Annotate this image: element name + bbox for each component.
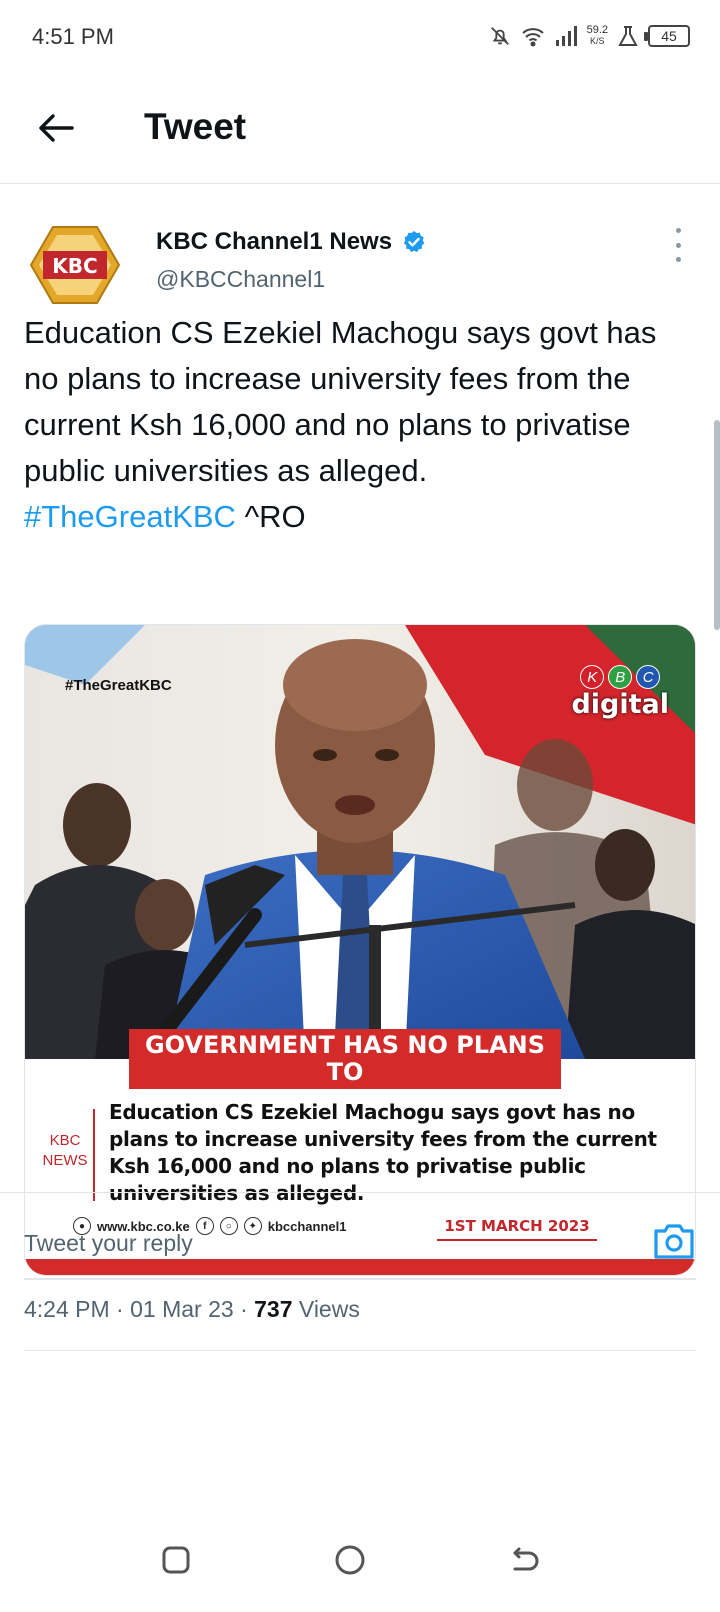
return-arrow-icon — [513, 1547, 539, 1571]
reply-divider — [24, 1278, 696, 1280]
tweet-text: Education CS Ezekiel Machogu says govt h… — [24, 310, 696, 540]
battery-icon: 45 — [644, 25, 690, 47]
news-divider — [93, 1109, 95, 1201]
circle-icon — [335, 1545, 365, 1575]
kbc-logo-circles: K B C — [571, 665, 669, 689]
hashtag-link[interactable]: #TheGreatKBC — [24, 499, 236, 534]
net-speed: 59.2 K/S — [587, 25, 608, 47]
arrow-left-icon — [39, 114, 74, 142]
status-icons: 59.2 K/S 45 — [489, 22, 690, 50]
kbc-circle-b: B — [608, 665, 633, 689]
back-button[interactable] — [30, 102, 82, 154]
camera-button[interactable] — [652, 1219, 696, 1263]
tweet-media[interactable]: #TheGreatKBC K B C digital GOVERNMENT HA… — [24, 624, 696, 1276]
author-name[interactable]: KBC Channel1 News — [156, 228, 426, 256]
wifi-icon — [521, 28, 544, 47]
author-handle[interactable]: @KBCChannel1 — [156, 266, 325, 293]
more-dot-icon — [675, 228, 681, 233]
kbc-digital-text: digital — [571, 689, 669, 720]
tweet-body: Education CS Ezekiel Machogu says govt h… — [24, 315, 657, 488]
kbc-logo-icon: KBC — [29, 226, 121, 304]
recents-button[interactable] — [156, 1540, 196, 1580]
kbc-circle-c: C — [636, 665, 661, 689]
verified-badge-icon — [403, 231, 425, 252]
status-bar: 4:51 PM 59.2 K/S 45 — [0, 0, 720, 72]
kbc-digital-logo: K B C digital — [571, 665, 669, 720]
mute-bell-icon — [490, 27, 509, 45]
meta-divider — [24, 1350, 696, 1351]
reply-input[interactable] — [24, 1223, 584, 1263]
net-speed-value: 59.2 — [586, 24, 608, 36]
more-dot-icon — [675, 257, 681, 262]
author-name-text: KBC Channel1 News — [156, 228, 393, 255]
camera-icon — [654, 1224, 694, 1259]
signal-icon — [555, 26, 577, 46]
news-body: Education CS Ezekiel Machogu says govt h… — [109, 1100, 657, 1205]
kbc-news-label-line-2: NEWS — [42, 1152, 88, 1169]
home-button[interactable] — [330, 1540, 370, 1580]
more-dot-icon — [675, 242, 681, 248]
headline-banner: GOVERNMENT HAS NO PLANS TO INCREASE UNIV… — [129, 1029, 561, 1113]
square-icon — [162, 1546, 190, 1574]
system-nav-bar — [0, 1510, 720, 1612]
reply-bar — [0, 1192, 720, 1318]
page-title: Tweet — [144, 106, 247, 147]
headline-line-1: GOVERNMENT HAS NO PLANS TO — [144, 1031, 546, 1086]
kbc-news-label-line-1: KBC — [49, 1132, 81, 1149]
flask-icon — [618, 26, 638, 46]
back-nav-button[interactable] — [504, 1540, 544, 1580]
avatar-text: KBC — [52, 254, 97, 278]
avatar[interactable]: KBC — [24, 214, 126, 316]
media-hashtag: #TheGreatKBC — [65, 677, 172, 694]
kbc-news-label: KBC NEWS — [39, 1131, 91, 1171]
status-time: 4:51 PM — [32, 24, 114, 49]
tweet-signature: ^RO — [244, 499, 306, 534]
more-options-button[interactable] — [666, 228, 690, 262]
news-photo: #TheGreatKBC K B C digital — [25, 625, 695, 1059]
scrollbar[interactable] — [714, 420, 720, 630]
net-speed-unit: K/S — [590, 36, 605, 46]
app-header: Tweet — [0, 72, 720, 184]
kbc-circle-k: K — [580, 665, 605, 689]
